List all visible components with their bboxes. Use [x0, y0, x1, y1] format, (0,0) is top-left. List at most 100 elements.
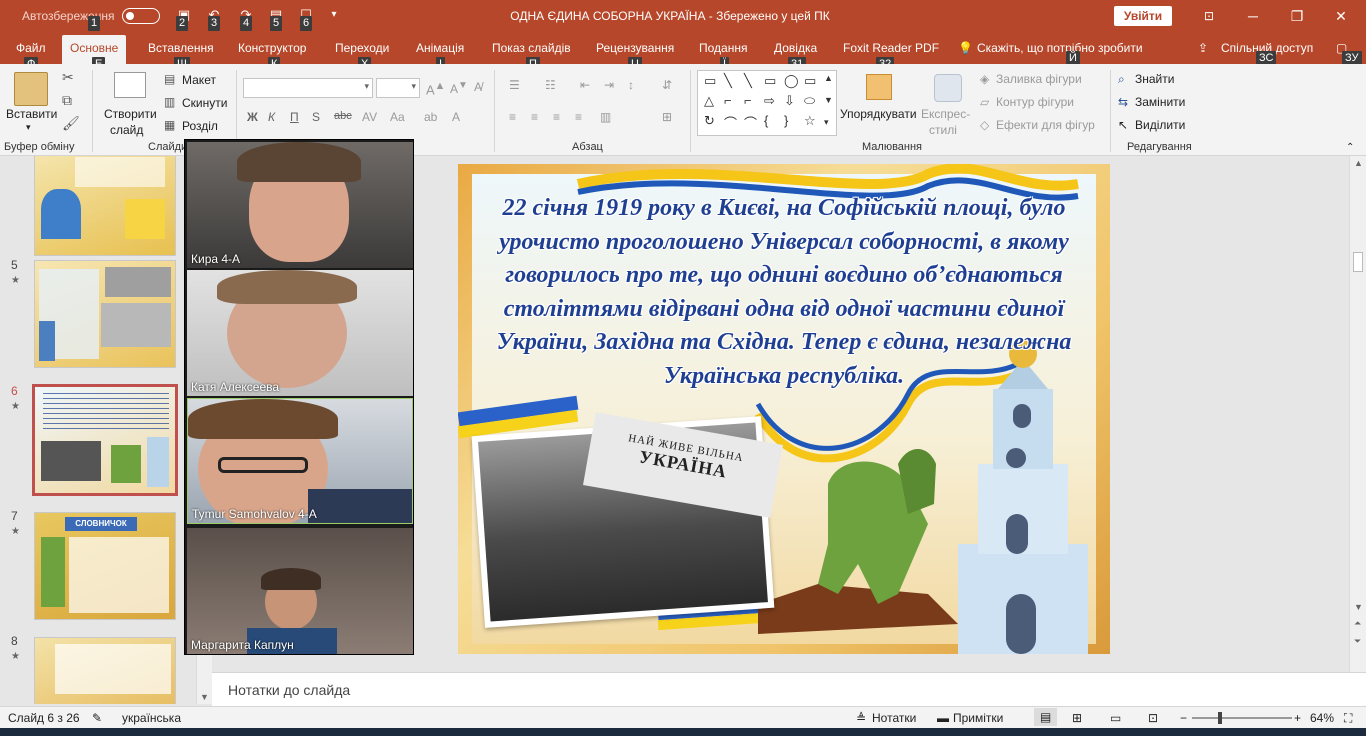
restore-icon[interactable]: ❐ — [1282, 6, 1312, 26]
reset-button[interactable]: Скинути — [182, 96, 227, 110]
align-center-icon[interactable]: ≡ — [531, 110, 538, 124]
tab-foxit[interactable]: Foxit Reader PDF — [843, 41, 939, 55]
current-slide[interactable]: НАЙ ЖИВЕ ВІЛЬНА УКРАЇНА 22 січня 1919 ро… — [458, 164, 1110, 654]
tab-file[interactable]: Файл — [16, 41, 46, 55]
justify-icon[interactable]: ≡ — [575, 110, 582, 124]
select-button[interactable]: Виділити — [1135, 118, 1185, 132]
tab-design[interactable]: Конструктор — [238, 41, 306, 55]
slide-thumbnail[interactable] — [34, 260, 176, 368]
participant-tile[interactable]: Кира 4-А — [187, 142, 413, 268]
arrange-icon[interactable] — [866, 74, 892, 100]
strikethrough-button[interactable]: abc — [334, 110, 352, 122]
align-right-icon[interactable]: ≡ — [553, 110, 560, 124]
text-direction-icon[interactable]: ⇵ — [662, 78, 672, 92]
ribbon-display-options-icon[interactable]: ⊡ — [1194, 6, 1224, 26]
clear-format-icon[interactable]: A̸ — [474, 80, 482, 94]
underline-button[interactable]: П — [290, 110, 299, 124]
fit-to-window-icon[interactable]: ⛶ — [1344, 711, 1352, 726]
slide-thumbnail[interactable]: СЛОВНИЧОК — [34, 512, 176, 620]
tab-help[interactable]: Довідка — [774, 41, 817, 55]
char-spacing-icon[interactable]: AV — [362, 110, 377, 124]
increase-indent-icon[interactable]: ⇥ — [604, 78, 614, 92]
slide-sorter-icon[interactable]: ⊞ — [1072, 711, 1082, 725]
customize-qat-icon[interactable]: ▾ — [326, 7, 342, 23]
paste-dropdown-icon[interactable]: ▾ — [26, 122, 31, 133]
zoom-slider-thumb[interactable] — [1218, 712, 1222, 724]
notes-pane[interactable]: Нотатки до слайда — [212, 672, 1366, 706]
video-participants-panel[interactable]: Кира 4-А Катя Алексеева Tymur Samohvalov… — [184, 139, 414, 655]
slide-thumbnail-active[interactable] — [32, 384, 178, 496]
participant-tile[interactable]: Маргарита Каплун — [187, 528, 413, 654]
collapse-ribbon-icon[interactable]: ⌃ — [1346, 142, 1354, 153]
font-color-icon[interactable]: A — [452, 110, 460, 124]
comments-toggle-button[interactable]: Примітки — [953, 711, 1003, 725]
new-slide-button-1[interactable]: Створити — [104, 107, 157, 121]
slide-scrollbar[interactable]: ▲ ▼ ⏶ ⏷ — [1349, 156, 1366, 672]
find-button[interactable]: Знайти — [1135, 72, 1174, 86]
language-indicator[interactable]: українська — [122, 711, 181, 725]
line-spacing-icon[interactable]: ↕ — [628, 78, 634, 92]
shapes-gallery[interactable]: ▭ ╲ ╲ ▭ ◯ ▭ △ ⌐ ⌐ ⇨ ⇩ ⬭ ↻ ⌒ ⌒{} ☆ ▲ ▼ ▾ — [697, 70, 837, 136]
decrease-indent-icon[interactable]: ⇤ — [580, 78, 590, 92]
normal-view-icon[interactable]: ▤ — [1034, 708, 1058, 726]
reading-view-icon[interactable]: ▭ — [1110, 711, 1121, 725]
text-shadow-button[interactable]: S — [312, 110, 320, 124]
tell-me-search[interactable]: Скажіть, що потрібно зробити — [977, 41, 1143, 55]
slideshow-view-icon[interactable]: ⊡ — [1148, 711, 1158, 725]
shape-fill-button[interactable]: Заливка фігури — [996, 72, 1082, 86]
tab-insert[interactable]: Вставлення — [148, 41, 214, 55]
zoom-slider[interactable] — [1192, 712, 1292, 724]
sign-in-button[interactable]: Увійти — [1114, 6, 1172, 26]
tab-transitions[interactable]: Переходи — [335, 41, 389, 55]
tab-review[interactable]: Рецензування — [596, 41, 674, 55]
new-slide-icon[interactable] — [114, 72, 146, 98]
participant-tile[interactable]: Катя Алексеева — [187, 270, 413, 396]
quick-styles-button-2[interactable]: стилі — [929, 123, 957, 137]
notes-placeholder[interactable]: Нотатки до слайда — [228, 682, 350, 698]
tab-animations[interactable]: Анімація — [416, 41, 464, 55]
quick-styles-button-1[interactable]: Експрес- — [921, 107, 970, 121]
section-button[interactable]: Розділ — [182, 119, 218, 133]
spelling-icon[interactable]: ✎ — [92, 711, 102, 725]
font-family-combo[interactable]: ▾ — [243, 78, 373, 98]
autosave-toggle[interactable] — [122, 8, 160, 24]
change-case-icon[interactable]: Aa — [390, 110, 405, 124]
zoom-in-icon[interactable]: + — [1294, 711, 1301, 725]
close-icon[interactable]: ✕ — [1326, 6, 1356, 26]
cut-icon[interactable]: ✂ — [62, 69, 74, 86]
align-left-icon[interactable]: ≡ — [509, 110, 516, 124]
columns-icon[interactable]: ▥ — [600, 110, 611, 124]
highlight-icon[interactable]: ab — [424, 110, 437, 124]
bold-button[interactable]: Ж — [247, 110, 258, 124]
zoom-out-icon[interactable]: − — [1180, 711, 1187, 725]
paste-icon[interactable] — [14, 72, 48, 106]
participant-tile-active[interactable]: Tymur Samohvalov 4-A — [187, 398, 413, 524]
font-size-combo[interactable]: ▾ — [376, 78, 420, 98]
slide-thumbnail[interactable] — [34, 156, 176, 256]
bullets-icon[interactable]: ☰ — [509, 78, 520, 92]
notes-toggle-button[interactable]: Нотатки — [872, 711, 916, 725]
replace-button[interactable]: Замінити — [1135, 95, 1185, 109]
slide-thumbnails-pane[interactable]: 5 ★ 6 ★ 7 ★ СЛОВНИЧОК 8 ★ ▼ — [0, 156, 212, 704]
new-slide-button-2[interactable]: слайд — [110, 123, 143, 137]
grow-font-icon[interactable]: A▲ — [426, 80, 445, 97]
slide-thumbnail[interactable] — [34, 637, 176, 704]
tab-slideshow[interactable]: Показ слайдів — [492, 41, 571, 55]
numbering-icon[interactable]: ☷ — [545, 78, 556, 92]
shape-outline-button[interactable]: Контур фігури — [996, 95, 1074, 109]
italic-button[interactable]: К — [268, 110, 275, 124]
smartart-icon[interactable]: ⊞ — [662, 110, 672, 124]
layout-button[interactable]: Макет — [182, 73, 216, 87]
tab-view[interactable]: Подання — [699, 41, 747, 55]
format-painter-icon[interactable]: 🖌 — [62, 115, 80, 132]
paste-button[interactable]: Вставити — [6, 107, 57, 121]
shape-effects-button[interactable]: Ефекти для фігур — [996, 118, 1095, 132]
quick-styles-icon[interactable] — [934, 74, 962, 102]
arrange-button[interactable]: Упорядкувати — [840, 107, 917, 121]
shrink-font-icon[interactable]: A▼ — [450, 80, 468, 96]
minimize-icon[interactable]: ─ — [1238, 6, 1268, 26]
copy-icon[interactable]: ⧉ — [62, 92, 72, 109]
scroll-thumb[interactable] — [1353, 252, 1363, 272]
zoom-level[interactable]: 64% — [1310, 711, 1334, 725]
slide-body-text[interactable]: 22 січня 1919 року в Києві, на Софійські… — [478, 192, 1090, 393]
